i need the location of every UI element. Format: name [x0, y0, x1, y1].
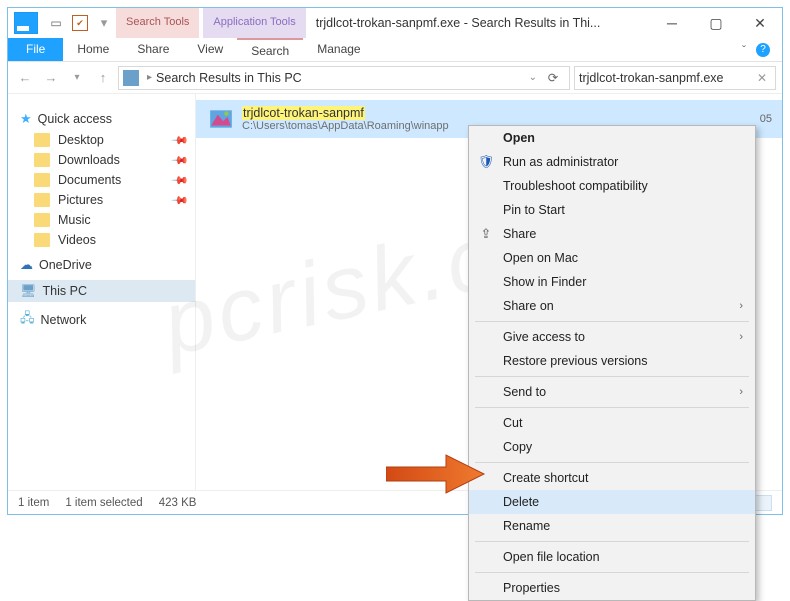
sidebar-item-documents[interactable]: Documents📌 — [8, 170, 195, 190]
result-filename: trjdlcot-trokan-sanpmf — [242, 106, 449, 120]
nav-up-button[interactable]: ↑ — [92, 67, 114, 89]
minimize-button[interactable]: ─ — [650, 8, 694, 38]
pc-icon: 🖥 — [20, 283, 37, 299]
close-button[interactable]: ✕ — [738, 8, 782, 38]
menu-cut[interactable]: Cut — [469, 411, 755, 435]
view-large-icons-button[interactable] — [754, 495, 772, 511]
folder-icon — [34, 213, 50, 227]
menu-properties[interactable]: Properties — [469, 576, 755, 600]
status-selected-size: 423 KB — [159, 497, 197, 509]
status-selected-count: 1 item selected — [65, 497, 142, 509]
ribbon-tab-view[interactable]: View — [183, 38, 237, 61]
ribbon-tab-share[interactable]: Share — [123, 38, 183, 61]
pin-icon: 📌 — [171, 191, 190, 210]
sidebar-network[interactable]: 🖧Network — [8, 306, 195, 334]
chevron-right-icon: › — [739, 386, 743, 398]
menu-share-on[interactable]: Share on› — [469, 294, 755, 318]
address-location: Search Results in This PC — [156, 71, 302, 85]
navigation-pane: ★Quick access Desktop📌 Downloads📌 Docume… — [8, 94, 196, 490]
address-dropdown-icon[interactable]: ⌄ — [529, 72, 537, 83]
context-tab-search[interactable]: Search Tools — [116, 8, 199, 38]
sidebar-item-pictures[interactable]: Pictures📌 — [8, 190, 195, 210]
folder-icon — [34, 133, 50, 147]
sidebar-item-music[interactable]: Music — [8, 210, 195, 230]
address-bar[interactable]: ▸ Search Results in This PC ⌄ ⟳ — [118, 66, 570, 90]
menu-create-shortcut[interactable]: Create shortcut — [469, 466, 755, 490]
menu-open[interactable]: Open — [469, 126, 755, 150]
menu-restore-previous-versions[interactable]: Restore previous versions — [469, 349, 755, 373]
menu-delete[interactable]: Delete — [469, 490, 755, 514]
menu-show-in-finder[interactable]: Show in Finder — [469, 270, 755, 294]
refresh-icon[interactable]: ⟳ — [541, 70, 565, 85]
folder-icon — [34, 233, 50, 247]
nav-back-button[interactable]: ← — [14, 67, 36, 89]
menu-troubleshoot-compatibility[interactable]: Troubleshoot compatibility — [469, 174, 755, 198]
folder-icon — [34, 173, 50, 187]
menu-rename[interactable]: Rename — [469, 514, 755, 538]
search-value: trjdlcot-trokan-sanpmf.exe — [579, 71, 724, 85]
network-icon: 🖧 — [20, 309, 35, 331]
context-menu: Open 🛡Run as administrator Troubleshoot … — [468, 125, 756, 601]
sidebar-this-pc[interactable]: 🖥This PC — [8, 280, 195, 302]
window-title: trjdlcot-trokan-sanpmf.exe - Search Resu… — [306, 8, 650, 38]
menu-open-file-location[interactable]: Open file location — [469, 545, 755, 569]
application-icon — [206, 105, 236, 133]
annotation-arrow — [386, 451, 486, 502]
pin-icon: 📌 — [171, 151, 190, 170]
result-date-fragment: 05 — [760, 113, 782, 125]
sidebar-item-videos[interactable]: Videos — [8, 230, 195, 250]
menu-share[interactable]: ⇪Share — [469, 222, 755, 246]
explorer-app-icon — [14, 12, 38, 34]
menu-send-to[interactable]: Send to› — [469, 380, 755, 404]
qat-properties-icon[interactable]: ▭ — [48, 15, 64, 31]
maximize-button[interactable]: ▢ — [694, 8, 738, 38]
share-icon: ⇪ — [477, 226, 495, 242]
folder-icon — [34, 193, 50, 207]
sidebar-item-desktop[interactable]: Desktop📌 — [8, 130, 195, 150]
clear-search-icon[interactable]: ✕ — [753, 71, 771, 85]
pin-icon: 📌 — [171, 171, 190, 190]
ribbon-tab-home[interactable]: Home — [63, 38, 123, 61]
folder-icon — [34, 153, 50, 167]
cloud-icon: ☁ — [20, 257, 33, 273]
sidebar-item-downloads[interactable]: Downloads📌 — [8, 150, 195, 170]
chevron-right-icon: › — [739, 331, 743, 343]
ribbon-tab-search-cmd[interactable]: Search — [237, 38, 303, 61]
this-pc-icon — [123, 70, 139, 86]
menu-pin-to-start[interactable]: Pin to Start — [469, 198, 755, 222]
qat-customize-dropdown[interactable]: ▾ — [96, 15, 112, 31]
pin-icon: 📌 — [171, 131, 190, 150]
nav-recent-dropdown[interactable]: ▾ — [66, 67, 88, 89]
shield-icon: 🛡 — [477, 154, 495, 170]
star-icon: ★ — [20, 111, 32, 127]
sidebar-onedrive[interactable]: ☁OneDrive — [8, 254, 195, 276]
ribbon-collapse-chevron-icon[interactable]: ˇ — [742, 43, 746, 57]
chevron-right-icon: ▸ — [147, 72, 152, 83]
qat-checkbox-icon[interactable]: ✔ — [72, 15, 88, 31]
help-icon[interactable]: ? — [756, 43, 770, 57]
menu-open-on-mac[interactable]: Open on Mac — [469, 246, 755, 270]
chevron-right-icon: › — [739, 300, 743, 312]
result-path: C:\Users\tomas\AppData\Roaming\winapp — [242, 120, 449, 132]
search-input[interactable]: trjdlcot-trokan-sanpmf.exe ✕ — [574, 66, 776, 90]
context-tab-application[interactable]: Application Tools — [203, 8, 305, 38]
status-item-count: 1 item — [18, 497, 49, 509]
menu-copy[interactable]: Copy — [469, 435, 755, 459]
ribbon-tab-manage-cmd[interactable]: Manage — [303, 38, 374, 61]
menu-give-access-to[interactable]: Give access to› — [469, 325, 755, 349]
menu-run-as-administrator[interactable]: 🛡Run as administrator — [469, 150, 755, 174]
sidebar-quick-access[interactable]: ★Quick access — [8, 108, 195, 130]
file-tab[interactable]: File — [8, 38, 63, 61]
nav-forward-button[interactable]: → — [40, 67, 62, 89]
